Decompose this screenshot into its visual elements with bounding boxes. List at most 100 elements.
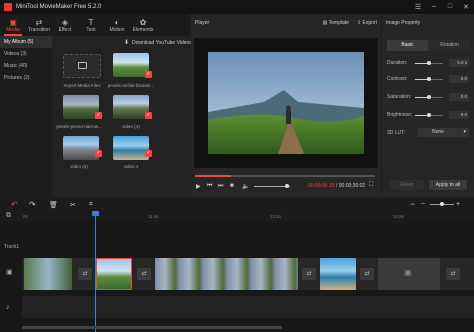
transition-slot[interactable]: ⇄ xyxy=(302,268,316,280)
tab-rotation[interactable]: Rotation xyxy=(429,40,470,51)
timeline-clip[interactable] xyxy=(24,258,72,290)
placeholder-clip-icon: ▣ xyxy=(404,268,412,277)
next-frame-icon[interactable]: ⏭ xyxy=(218,183,223,190)
media-icon: ▣ xyxy=(9,17,17,27)
timeline-clip-selected[interactable] xyxy=(96,258,132,290)
download-youtube-link[interactable]: ⬇ Download YouTube Videos xyxy=(124,38,192,47)
template-button[interactable]: ▤ Template xyxy=(323,20,349,26)
contrast-label: Contrast: xyxy=(387,76,408,82)
media-caption: pexels-pixmo-narrow... xyxy=(56,124,102,129)
saturation-label: Saturation: xyxy=(387,94,412,100)
contrast-slider[interactable] xyxy=(415,77,443,81)
brightness-slider[interactable] xyxy=(415,113,443,117)
timeline-ruler[interactable]: 0s 11.6s 23.2s 34.8s xyxy=(0,212,474,222)
slider-knob[interactable] xyxy=(427,113,431,117)
media-thumbnail[interactable] xyxy=(63,136,99,160)
fit-zoom-icon[interactable]: ⇔ xyxy=(409,201,416,208)
lut-select[interactable]: None ▾ xyxy=(417,128,469,137)
preview-scene xyxy=(208,52,364,154)
tab-motion[interactable]: ◐ Motion xyxy=(104,14,130,36)
text-icon: T xyxy=(88,17,94,27)
export-button[interactable]: ⇪ Export xyxy=(357,20,377,26)
play-icon[interactable]: ▶ xyxy=(196,183,201,190)
template-icon: ▤ xyxy=(322,20,328,26)
playhead[interactable] xyxy=(95,212,96,332)
tab-effect[interactable]: ◈ Effect xyxy=(52,14,78,36)
contrast-value[interactable]: 0.0 xyxy=(449,75,469,83)
duration-value[interactable]: 5.0 s xyxy=(449,59,469,67)
minimize-icon[interactable]: – xyxy=(426,3,442,11)
brightness-value[interactable]: 0.0 xyxy=(449,111,469,119)
album-pictures[interactable]: Pictures (2) xyxy=(0,72,52,84)
music-track[interactable] xyxy=(22,296,474,318)
volume-icon[interactable]: 🔈 xyxy=(242,183,249,190)
seek-bar[interactable] xyxy=(195,175,375,177)
zoom-knob[interactable] xyxy=(440,202,444,206)
added-check-icon: ✓ xyxy=(95,112,102,119)
reset-button[interactable]: Reset xyxy=(390,180,424,190)
import-media-button[interactable] xyxy=(63,54,101,78)
timeline-toolbar: ↶ ↷ 🗑 ✂ ⌗ ⇔ − + xyxy=(0,198,474,212)
album-list: My Album (5) Videos (3) Music (40) Pictu… xyxy=(0,36,52,197)
slider-knob[interactable] xyxy=(427,77,431,81)
apply-to-all-button[interactable]: Apply to all xyxy=(429,180,467,190)
app-logo-icon xyxy=(4,3,12,11)
stop-icon[interactable]: ■ xyxy=(230,183,234,189)
media-thumbnail[interactable] xyxy=(113,53,149,77)
crop-icon[interactable]: ⌗ xyxy=(89,201,93,209)
volume-knob[interactable] xyxy=(285,184,289,188)
chevron-down-icon: ▾ xyxy=(463,129,466,135)
slider-knob[interactable] xyxy=(427,61,431,65)
video-track-icon: ▣ xyxy=(6,269,13,276)
tab-transition[interactable]: ⇄ Transition xyxy=(26,14,52,36)
player-title: Player xyxy=(195,20,210,26)
zoom-slider[interactable] xyxy=(430,202,454,206)
playhead-handle[interactable] xyxy=(92,211,99,216)
tab-media[interactable]: ▣ Media xyxy=(0,14,26,36)
add-track-icon[interactable]: ⧉ xyxy=(6,212,11,220)
video-preview[interactable] xyxy=(194,38,378,168)
album-my-album[interactable]: My Album (5) xyxy=(0,36,52,48)
transition-slot[interactable]: ⇄ xyxy=(78,268,92,280)
main-toolbar: ▣ Media ⇄ Transition ◈ Effect T Text ◐ Motion… xyxy=(0,14,190,36)
ruler-mark: 23.2s xyxy=(270,214,282,219)
seek-progress xyxy=(195,175,231,177)
slider-knob[interactable] xyxy=(427,95,431,99)
redo-icon[interactable]: ↷ xyxy=(29,200,36,209)
timeline-scrollbar[interactable] xyxy=(22,326,282,329)
saturation-value[interactable]: 0.0 xyxy=(449,93,469,101)
tab-elements[interactable]: ✿ Elements xyxy=(130,14,156,36)
split-icon[interactable]: ✂ xyxy=(70,201,76,209)
property-title: Image Property xyxy=(386,20,421,26)
maximize-icon[interactable]: □ xyxy=(442,3,458,11)
volume-slider[interactable] xyxy=(254,184,290,188)
timeline-clip-placeholder[interactable]: ▣ xyxy=(378,258,440,290)
undo-icon[interactable]: ↶ xyxy=(11,200,18,209)
track-label: Track1 xyxy=(4,244,20,250)
media-caption: video (2) xyxy=(70,164,88,169)
saturation-slider[interactable] xyxy=(415,95,443,99)
timeline-clip[interactable] xyxy=(320,258,356,290)
menu-icon[interactable]: ☰ xyxy=(410,3,426,11)
zoom-out-icon[interactable]: − xyxy=(421,201,425,208)
album-music[interactable]: Music (40) xyxy=(0,60,52,72)
transition-slot[interactable]: ⇄ xyxy=(446,268,460,280)
timeline-clip[interactable] xyxy=(155,258,298,290)
fullscreen-icon[interactable]: ⛶ xyxy=(369,182,373,189)
album-videos[interactable]: Videos (3) xyxy=(0,48,52,60)
elements-icon: ✿ xyxy=(139,17,147,27)
transition-slot[interactable]: ⇄ xyxy=(360,268,374,280)
transition-slot[interactable]: ⇄ xyxy=(137,268,151,280)
duration-slider[interactable] xyxy=(415,61,443,65)
zoom-in-icon[interactable]: + xyxy=(456,201,460,208)
effect-icon: ◈ xyxy=(61,17,69,27)
previous-frame-icon[interactable]: ⏮ xyxy=(207,183,212,190)
media-thumbnail[interactable] xyxy=(113,136,149,160)
tab-text[interactable]: T Text xyxy=(78,14,104,36)
media-thumbnail[interactable] xyxy=(63,95,99,119)
tab-basic[interactable]: Basic xyxy=(387,40,428,51)
media-thumbnail[interactable] xyxy=(113,95,149,119)
close-icon[interactable]: ✕ xyxy=(458,3,474,11)
delete-icon[interactable]: 🗑 xyxy=(49,201,58,209)
added-check-icon: ✓ xyxy=(95,150,102,157)
